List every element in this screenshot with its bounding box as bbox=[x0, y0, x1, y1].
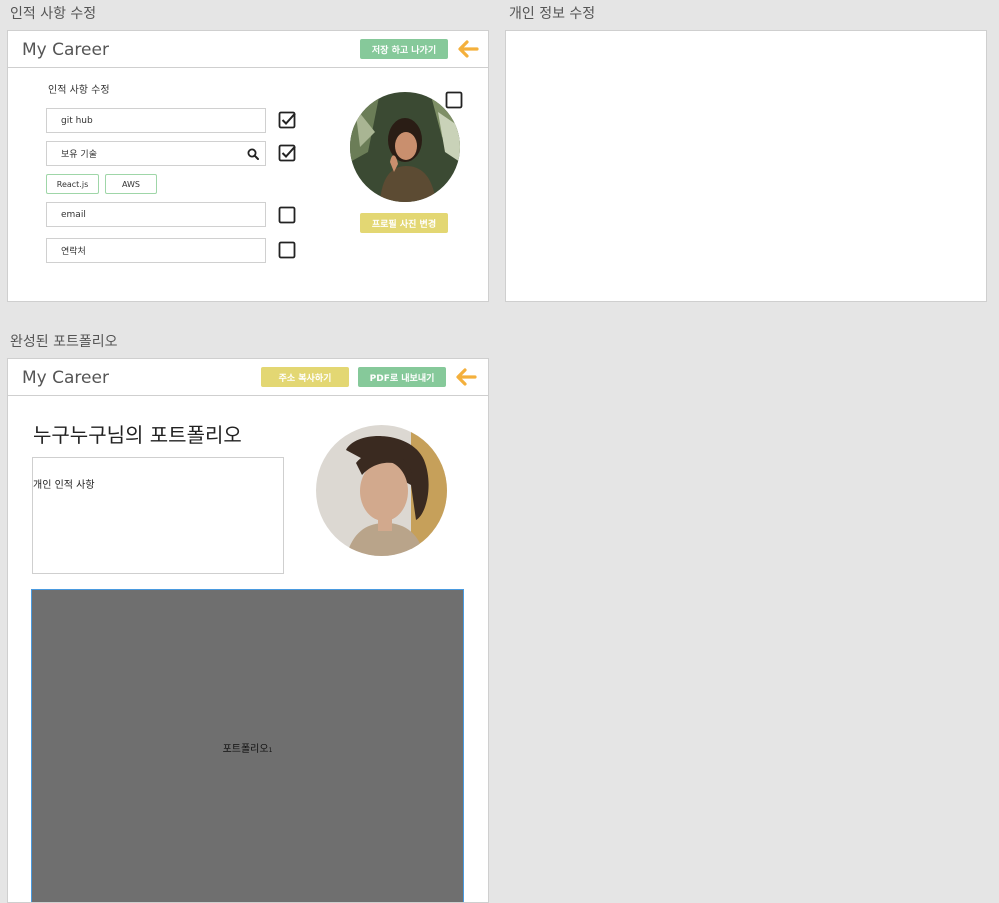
portfolio-avatar bbox=[316, 425, 447, 556]
phone-checkbox[interactable] bbox=[278, 241, 296, 259]
save-exit-button[interactable]: 저장 하고 나가기 bbox=[360, 39, 448, 59]
copy-address-button[interactable]: 주소 복사하기 bbox=[261, 367, 349, 387]
top-bar: My Career 저장 하고 나가기 bbox=[8, 31, 488, 68]
email-field[interactable]: email bbox=[46, 202, 266, 227]
portfolio-photo-image bbox=[316, 425, 447, 556]
profile-photo-checkbox[interactable] bbox=[445, 91, 463, 109]
personal-info-artboard bbox=[505, 30, 987, 302]
phone-field[interactable]: 연락처 bbox=[46, 238, 266, 263]
personal-info-box: 개인 인적 사항 bbox=[32, 457, 284, 574]
title-suffix: 님의 포트폴리오 bbox=[106, 423, 242, 447]
profile-avatar bbox=[350, 92, 460, 202]
portfolio-block-label: 포트폴리오1 bbox=[32, 740, 463, 755]
board-label-portfolio: 완성된 포트폴리오 bbox=[10, 334, 118, 350]
board-label-edit: 인적 사항 수정 bbox=[10, 6, 97, 22]
portfolio-label: 포트폴리오 bbox=[222, 744, 269, 755]
phone-field-value: 연락처 bbox=[61, 247, 86, 257]
back-arrow-icon[interactable] bbox=[457, 40, 479, 58]
github-field-value: git hub bbox=[61, 115, 93, 126]
skills-field-value: 보유 기술 bbox=[61, 150, 97, 160]
portfolio-index: 1 bbox=[268, 747, 273, 754]
github-field[interactable]: git hub bbox=[46, 108, 266, 133]
github-checkbox-checked[interactable] bbox=[278, 111, 296, 129]
skills-checkbox-checked[interactable] bbox=[278, 144, 296, 162]
portfolio-artboard: My Career 주소 복사하기 PDF로 내보내기 누구누구님의 포트폴리오… bbox=[7, 358, 489, 903]
skills-search-field[interactable]: 보유 기술 bbox=[46, 141, 266, 166]
portfolio-block[interactable]: 포트폴리오1 bbox=[31, 589, 464, 902]
portfolio-title: 누구누구님의 포트폴리오 bbox=[33, 419, 242, 448]
export-pdf-button[interactable]: PDF로 내보내기 bbox=[358, 367, 446, 387]
top-bar: My Career 주소 복사하기 PDF로 내보내기 bbox=[8, 359, 488, 396]
section-title: 인적 사항 수정 bbox=[48, 85, 110, 96]
personal-info-text: 개인 인적 사항 bbox=[33, 480, 95, 491]
edit-artboard: My Career 저장 하고 나가기 인적 사항 수정 git hub 보유 … bbox=[7, 30, 489, 302]
board-label-personal: 개인 정보 수정 bbox=[509, 6, 596, 22]
search-icon[interactable] bbox=[247, 148, 259, 160]
profile-photo-image bbox=[350, 92, 460, 202]
app-logo[interactable]: My Career bbox=[22, 368, 109, 388]
email-checkbox[interactable] bbox=[278, 206, 296, 224]
email-field-value: email bbox=[61, 209, 86, 220]
skill-tag-react[interactable]: React.js bbox=[46, 174, 99, 194]
back-arrow-icon[interactable] bbox=[455, 368, 477, 386]
app-logo[interactable]: My Career bbox=[22, 40, 109, 60]
skill-tag-aws[interactable]: AWS bbox=[105, 174, 157, 194]
user-name: 누구누구 bbox=[33, 423, 107, 447]
change-photo-button[interactable]: 프로필 사진 변경 bbox=[360, 213, 448, 233]
